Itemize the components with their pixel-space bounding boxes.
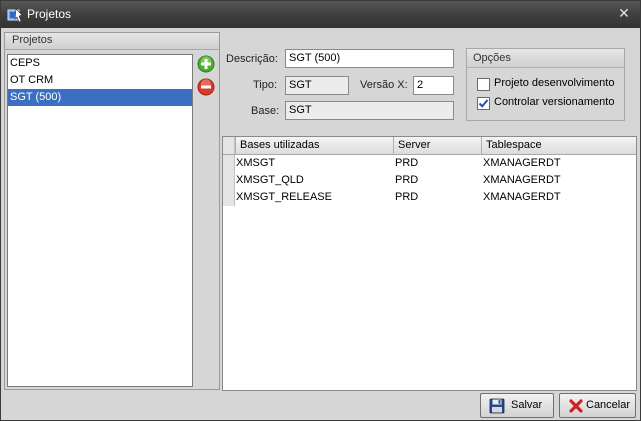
window-title: Projetos [27, 7, 72, 21]
opcoes-header: Opções [467, 49, 624, 68]
table-row[interactable]: XMSGT_QLD PRD XMANAGERDT [223, 172, 636, 189]
cancelar-button[interactable]: Cancelar [559, 393, 636, 418]
projeto-desenvolvimento-label: Projeto desenvolvimento [494, 77, 615, 89]
cell-base: XMSGT_RELEASE [236, 191, 332, 203]
table-row[interactable]: XMSGT PRD XMANAGERDT [223, 155, 636, 172]
cell-tablespace: XMANAGERDT [483, 191, 561, 203]
opcoes-header-label: Opções [473, 52, 511, 64]
cell-base: XMSGT_QLD [236, 174, 304, 186]
projects-list[interactable]: CEPS OT CRM SGT (500) [7, 54, 193, 387]
red-x-icon [569, 399, 583, 413]
row-indicator[interactable] [223, 172, 235, 189]
row-indicator[interactable] [223, 189, 235, 206]
cell-server: PRD [395, 191, 419, 203]
descricao-input[interactable]: SGT (500) [285, 49, 454, 68]
column-header-bases[interactable]: Bases utilizadas [235, 137, 393, 154]
projects-header-label: Projetos [12, 34, 53, 46]
remove-circle-icon [197, 78, 215, 96]
grid-header: Bases utilizadas Server Tablespace [223, 137, 636, 155]
checkmark-icon [478, 99, 489, 108]
salvar-button[interactable]: Salvar [480, 393, 554, 418]
salvar-label: Salvar [511, 399, 543, 411]
cell-server: PRD [395, 174, 419, 186]
list-item[interactable]: CEPS [8, 55, 192, 72]
remove-project-button[interactable] [197, 78, 215, 96]
descricao-label: Descrição: [226, 53, 278, 65]
bases-grid[interactable]: Bases utilizadas Server Tablespace XMSGT… [222, 136, 637, 391]
versao-label: Versão X: [360, 79, 408, 91]
cancelar-label: Cancelar [586, 399, 631, 411]
list-item[interactable]: OT CRM [8, 72, 192, 89]
projeto-desenvolvimento-checkbox[interactable] [477, 78, 490, 91]
table-row[interactable]: XMSGT_RELEASE PRD XMANAGERDT [223, 189, 636, 206]
column-header-tablespace[interactable]: Tablespace [481, 137, 636, 154]
controlar-versionamento-label: Controlar versionamento [494, 96, 615, 108]
title-bar[interactable]: Projetos ✕ [1, 1, 640, 28]
cell-base: XMSGT [236, 157, 276, 169]
floppy-disk-icon [489, 398, 505, 414]
tipo-field[interactable]: SGT [285, 76, 349, 95]
app-icon [7, 8, 23, 23]
opcoes-group: Opções Projeto desenvolvimento Controlar… [466, 48, 625, 121]
cell-server: PRD [395, 157, 419, 169]
base-field[interactable]: SGT [285, 101, 454, 120]
cell-tablespace: XMANAGERDT [483, 157, 561, 169]
add-circle-icon [197, 55, 215, 73]
tipo-label: Tipo: [253, 79, 278, 91]
column-header-server[interactable]: Server [393, 137, 481, 154]
list-item-selected[interactable]: SGT (500) [8, 89, 192, 106]
controlar-versionamento-checkbox[interactable] [477, 97, 490, 110]
base-label: Base: [251, 105, 280, 117]
grid-header-indicator [223, 137, 235, 154]
row-indicator[interactable] [223, 155, 235, 172]
versao-input[interactable]: 2 [413, 76, 454, 95]
close-icon[interactable]: ✕ [616, 6, 632, 22]
projects-header: Projetos [5, 33, 219, 50]
add-project-button[interactable] [197, 55, 215, 73]
projetos-dialog: Projetos ✕ Projetos CEPS OT CRM SGT (500… [0, 0, 641, 421]
cell-tablespace: XMANAGERDT [483, 174, 561, 186]
